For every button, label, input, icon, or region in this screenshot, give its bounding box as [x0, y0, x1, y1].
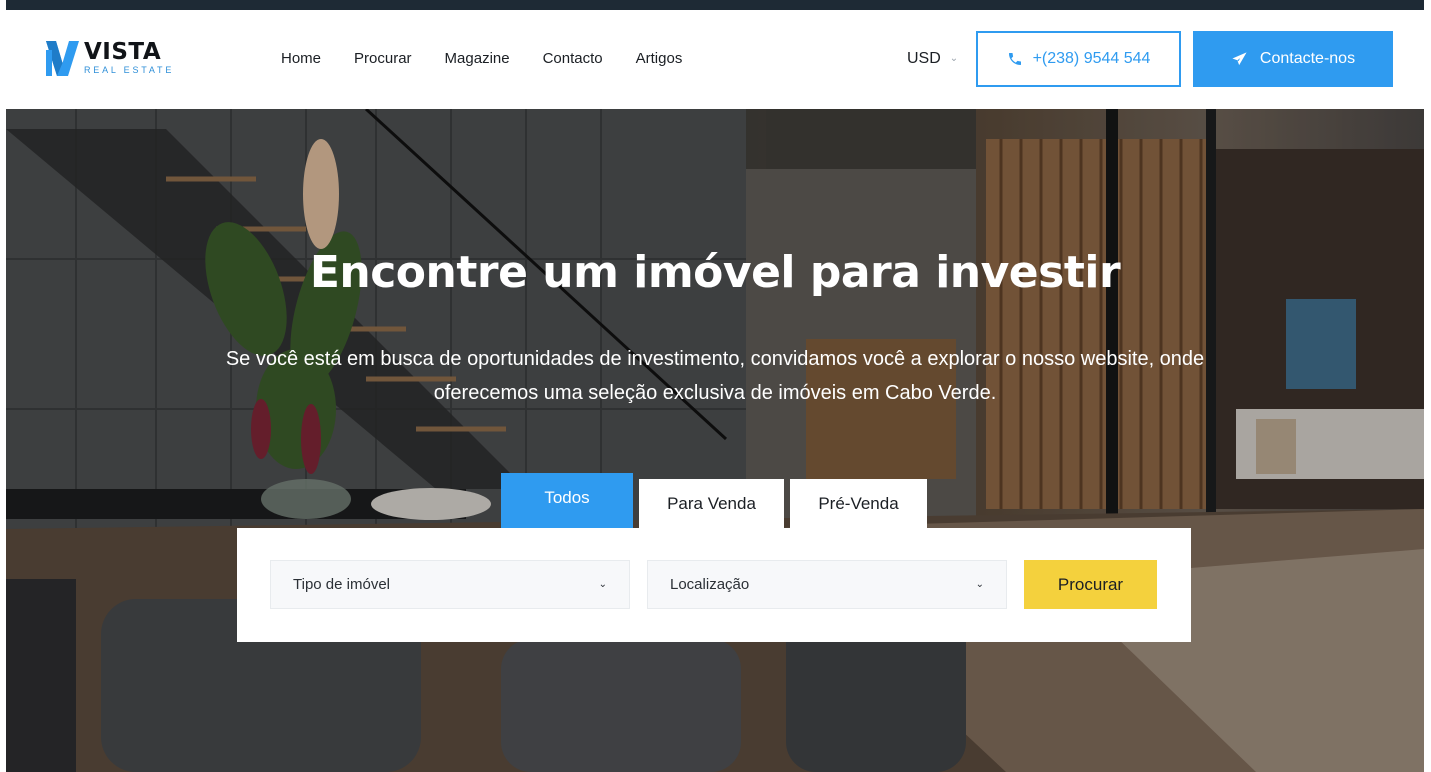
nav-contacto[interactable]: Contacto [543, 50, 603, 68]
site-header: VISTA REAL ESTATE Home Procurar Magazine… [6, 10, 1424, 109]
nav-magazine[interactable]: Magazine [445, 50, 510, 68]
search-panel: Tipo de imóvel ⌄ Localização ⌄ Procurar [237, 528, 1191, 642]
brand-logo[interactable]: VISTA REAL ESTATE [46, 41, 174, 76]
tab-pre-venda[interactable]: Pré-Venda [790, 479, 927, 528]
paper-plane-icon [1232, 51, 1247, 65]
contact-button[interactable]: Contacte-nos [1193, 31, 1393, 87]
property-type-label: Tipo de imóvel [293, 576, 390, 593]
location-select[interactable]: Localização ⌄ [647, 560, 1007, 609]
nav-procurar[interactable]: Procurar [354, 50, 412, 68]
hero-section: Encontre um imóvel para investir Se você… [6, 109, 1424, 772]
top-strip [6, 0, 1424, 10]
chevron-down-icon: ⌄ [975, 579, 984, 590]
tab-todos[interactable]: Todos [501, 473, 633, 528]
chevron-down-icon: ⌄ [598, 579, 607, 590]
v-logo-icon [46, 41, 79, 76]
chevron-down-icon: ⌄ [949, 53, 959, 64]
phone-number: +(238) 9544 544 [1032, 50, 1151, 67]
brand-tagline: REAL ESTATE [84, 65, 175, 75]
hero-overlay [6, 109, 1424, 772]
nav-artigos[interactable]: Artigos [636, 50, 683, 68]
location-label: Localização [670, 576, 750, 593]
nav-home[interactable]: Home [281, 50, 321, 68]
contact-button-label: Contacte-nos [1259, 50, 1356, 67]
currency-selector[interactable]: USD ⌄ [907, 50, 958, 68]
tab-para-venda[interactable]: Para Venda [639, 479, 784, 528]
brand-name: VISTA [84, 39, 162, 65]
hero-title: Encontre um imóvel para investir [309, 247, 1121, 298]
search-button[interactable]: Procurar [1024, 560, 1157, 609]
phone-button[interactable]: +(238) 9544 544 [976, 31, 1181, 87]
property-type-select[interactable]: Tipo de imóvel ⌄ [270, 560, 630, 609]
main-nav: Home Procurar Magazine Contacto Artigos [281, 50, 715, 68]
currency-label: USD [907, 50, 941, 67]
search-tabs: Todos Para Venda Pré-Venda [501, 473, 927, 528]
hero-subtitle: Se você está em busca de oportunidades d… [225, 348, 1205, 404]
phone-icon [1008, 53, 1021, 65]
